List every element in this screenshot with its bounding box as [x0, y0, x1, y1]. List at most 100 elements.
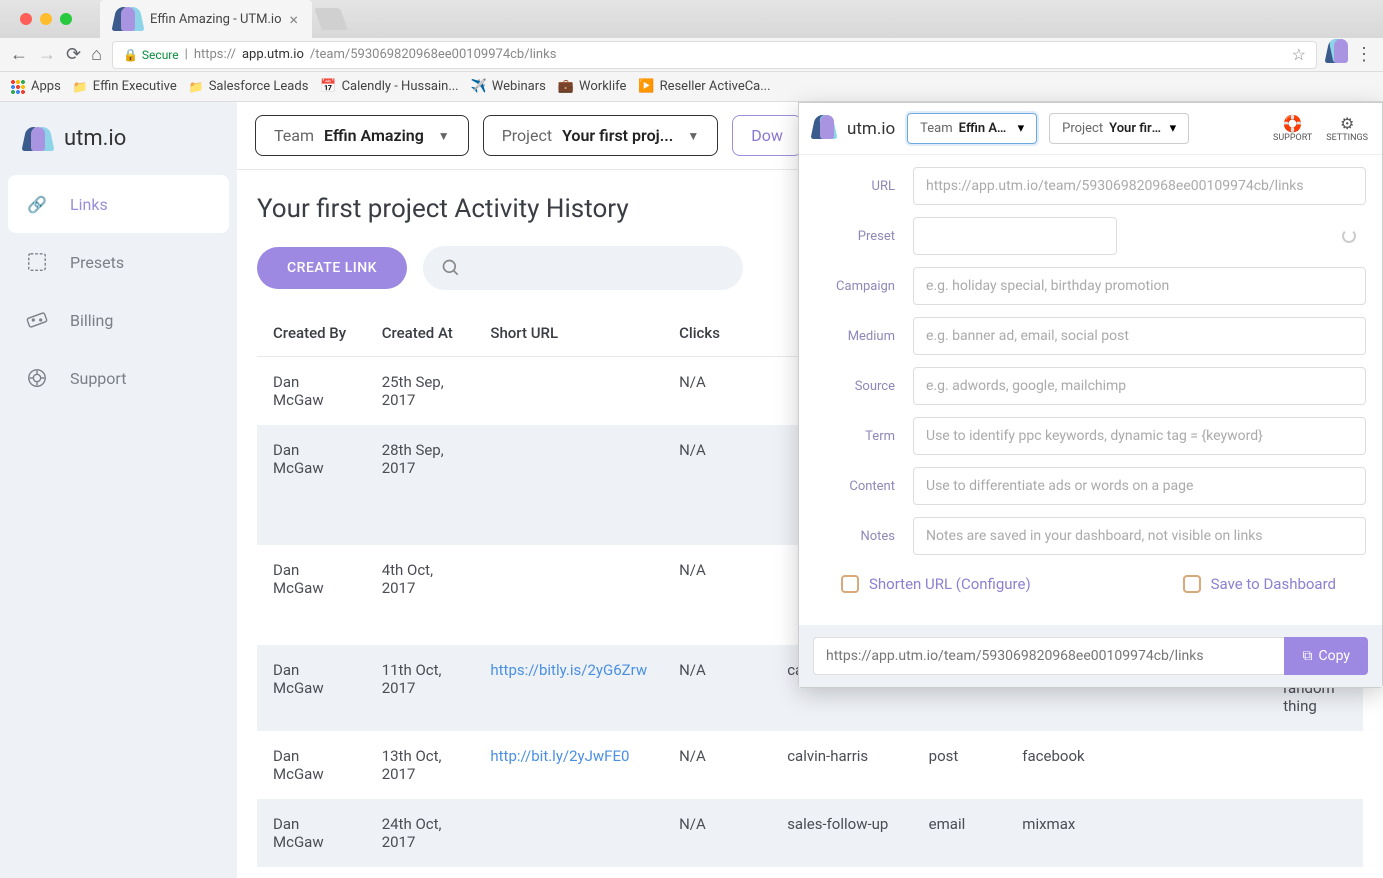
create-link-button[interactable]: CREATE LINK: [257, 247, 407, 289]
extension-icon[interactable]: [1327, 47, 1345, 63]
minimize-window-icon[interactable]: [40, 13, 52, 25]
cell-source: mixmax: [1006, 799, 1267, 867]
download-button[interactable]: Dow: [732, 115, 802, 156]
window-controls: [8, 13, 84, 25]
col-clicks[interactable]: Clicks: [663, 310, 771, 357]
address-bar[interactable]: 🔒 Secure | https://app.utm.io/team/59306…: [112, 41, 1317, 69]
cell-short-url: [474, 425, 663, 545]
forward-icon[interactable]: →: [38, 44, 56, 65]
col-created-by[interactable]: Created By: [257, 310, 366, 357]
browser-tab[interactable]: Effin Amazing - UTM.io ×: [100, 0, 312, 38]
apps-grid-icon: [10, 79, 26, 95]
bookmark-item[interactable]: ▶️ Reseller ActiveCa...: [638, 79, 770, 94]
cell-created-at: 13th Oct, 2017: [366, 731, 475, 799]
field-label: Preset: [815, 229, 895, 244]
url-field[interactable]: [913, 167, 1366, 205]
col-created-at[interactable]: Created At: [366, 310, 475, 357]
browser-menu-icon[interactable]: ⋮: [1355, 44, 1373, 65]
ext-settings-button[interactable]: ⚙SETTINGS: [1326, 114, 1368, 143]
copy-icon: ⧉: [1302, 648, 1312, 664]
bookmark-item[interactable]: Effin Executive: [73, 79, 177, 94]
new-tab-button[interactable]: [314, 8, 348, 30]
preset-field[interactable]: [913, 217, 1117, 255]
bookmark-item[interactable]: ✈️ Webinars: [471, 79, 546, 94]
app-logo[interactable]: utm.io: [0, 116, 237, 175]
field-label: Notes: [815, 529, 895, 544]
cell-short-url: [474, 545, 663, 645]
cell-notes: [1267, 799, 1363, 867]
ext-support-button[interactable]: 🛟SUPPORT: [1273, 114, 1312, 143]
url-host: app.utm.io: [242, 47, 304, 62]
cell-created-by: Dan McGaw: [257, 425, 366, 545]
close-window-icon[interactable]: [20, 13, 32, 25]
home-icon[interactable]: ⌂: [91, 44, 102, 65]
source-field[interactable]: [913, 367, 1366, 405]
maximize-window-icon[interactable]: [60, 13, 72, 25]
bookmark-star-icon[interactable]: ☆: [1292, 45, 1306, 64]
cell-clicks: N/A: [663, 545, 771, 645]
bookmark-item[interactable]: 💼 Worklife: [558, 79, 627, 94]
copy-button[interactable]: ⧉Copy: [1284, 637, 1368, 675]
search-input[interactable]: [423, 246, 743, 290]
reload-icon[interactable]: ⟳: [66, 44, 81, 65]
col-short-url[interactable]: Short URL: [474, 310, 663, 357]
ext-team-dropdown[interactable]: TeamEffin Ama...▾: [907, 113, 1037, 144]
sidebar-item-presets[interactable]: Presets: [8, 233, 229, 291]
chevron-down-icon: ▾: [1170, 121, 1177, 136]
support-icon: [26, 367, 48, 389]
ext-project-dropdown[interactable]: ProjectYour firs...▾: [1049, 113, 1189, 144]
bookmark-apps[interactable]: Apps: [10, 79, 61, 95]
checkbox-icon: [841, 575, 859, 593]
term-field[interactable]: [913, 417, 1366, 455]
close-tab-icon[interactable]: ×: [290, 10, 299, 29]
output-url-field[interactable]: [813, 637, 1284, 675]
gear-icon: ⚙: [1340, 114, 1354, 133]
save-dashboard-checkbox[interactable]: Save to Dashboard: [1183, 575, 1336, 593]
short-url-link[interactable]: https://bitly.is/2yG6Zrw: [490, 661, 647, 679]
presets-icon: [26, 251, 48, 273]
browser-nav-bar: ← → ⟳ ⌂ 🔒 Secure | https://app.utm.io/te…: [0, 38, 1383, 72]
sidebar-item-support[interactable]: Support: [8, 349, 229, 407]
cell-source: facebook: [1006, 731, 1267, 799]
table-row[interactable]: Dan McGaw 13th Oct, 2017 http://bit.ly/2…: [257, 731, 1363, 799]
logo-icon: [24, 127, 52, 151]
url-path: /team/593069820968ee00109974cb/links: [310, 47, 557, 62]
notes-field[interactable]: [913, 517, 1366, 555]
medium-field[interactable]: [913, 317, 1366, 355]
bookmarks-bar: Apps Effin Executive Salesforce Leads 📅 …: [0, 72, 1383, 102]
cell-medium: post: [913, 731, 1007, 799]
browser-tab-bar: Effin Amazing - UTM.io ×: [0, 0, 1383, 38]
team-dropdown[interactable]: Team Effin Amazing ▼: [255, 115, 469, 156]
sidebar: utm.io 🔗 Links Presets Billing Support: [0, 102, 237, 878]
billing-icon: [26, 309, 48, 331]
project-dropdown[interactable]: Project Your first proj... ▼: [483, 115, 719, 156]
cell-campaign: sales-follow-up: [771, 799, 912, 867]
field-label: Term: [815, 429, 895, 444]
cell-created-by: Dan McGaw: [257, 731, 366, 799]
cell-medium: email: [913, 799, 1007, 867]
cell-created-by: Dan McGaw: [257, 545, 366, 645]
brand-text: utm.io: [64, 126, 126, 151]
field-label: Medium: [815, 329, 895, 344]
checkbox-icon: [1183, 575, 1201, 593]
back-icon[interactable]: ←: [10, 44, 28, 65]
table-row[interactable]: Dan McGaw 24th Oct, 2017 N/A sales-follo…: [257, 799, 1363, 867]
extension-popup: utm.io TeamEffin Ama...▾ ProjectYour fir…: [798, 102, 1383, 688]
chevron-down-icon: ▼: [687, 129, 699, 143]
logo-icon: [813, 119, 835, 139]
content-field[interactable]: [913, 467, 1366, 505]
cell-clicks: N/A: [663, 425, 771, 545]
campaign-field[interactable]: [913, 267, 1366, 305]
cell-created-by: Dan McGaw: [257, 799, 366, 867]
short-url-link[interactable]: http://bit.ly/2yJwFE0: [490, 747, 629, 765]
sidebar-item-billing[interactable]: Billing: [8, 291, 229, 349]
bookmark-item[interactable]: 📅 Calendly - Hussain...: [320, 79, 458, 94]
chevron-down-icon: ▼: [438, 129, 450, 143]
bookmark-item[interactable]: Salesforce Leads: [189, 79, 309, 94]
support-icon: 🛟: [1283, 114, 1303, 133]
sidebar-item-label: Billing: [70, 311, 113, 330]
shorten-url-checkbox[interactable]: Shorten URL (Configure): [841, 575, 1031, 593]
url-scheme: https://: [194, 47, 236, 62]
sidebar-item-links[interactable]: 🔗 Links: [8, 175, 229, 233]
ext-brand: utm.io: [847, 119, 895, 139]
